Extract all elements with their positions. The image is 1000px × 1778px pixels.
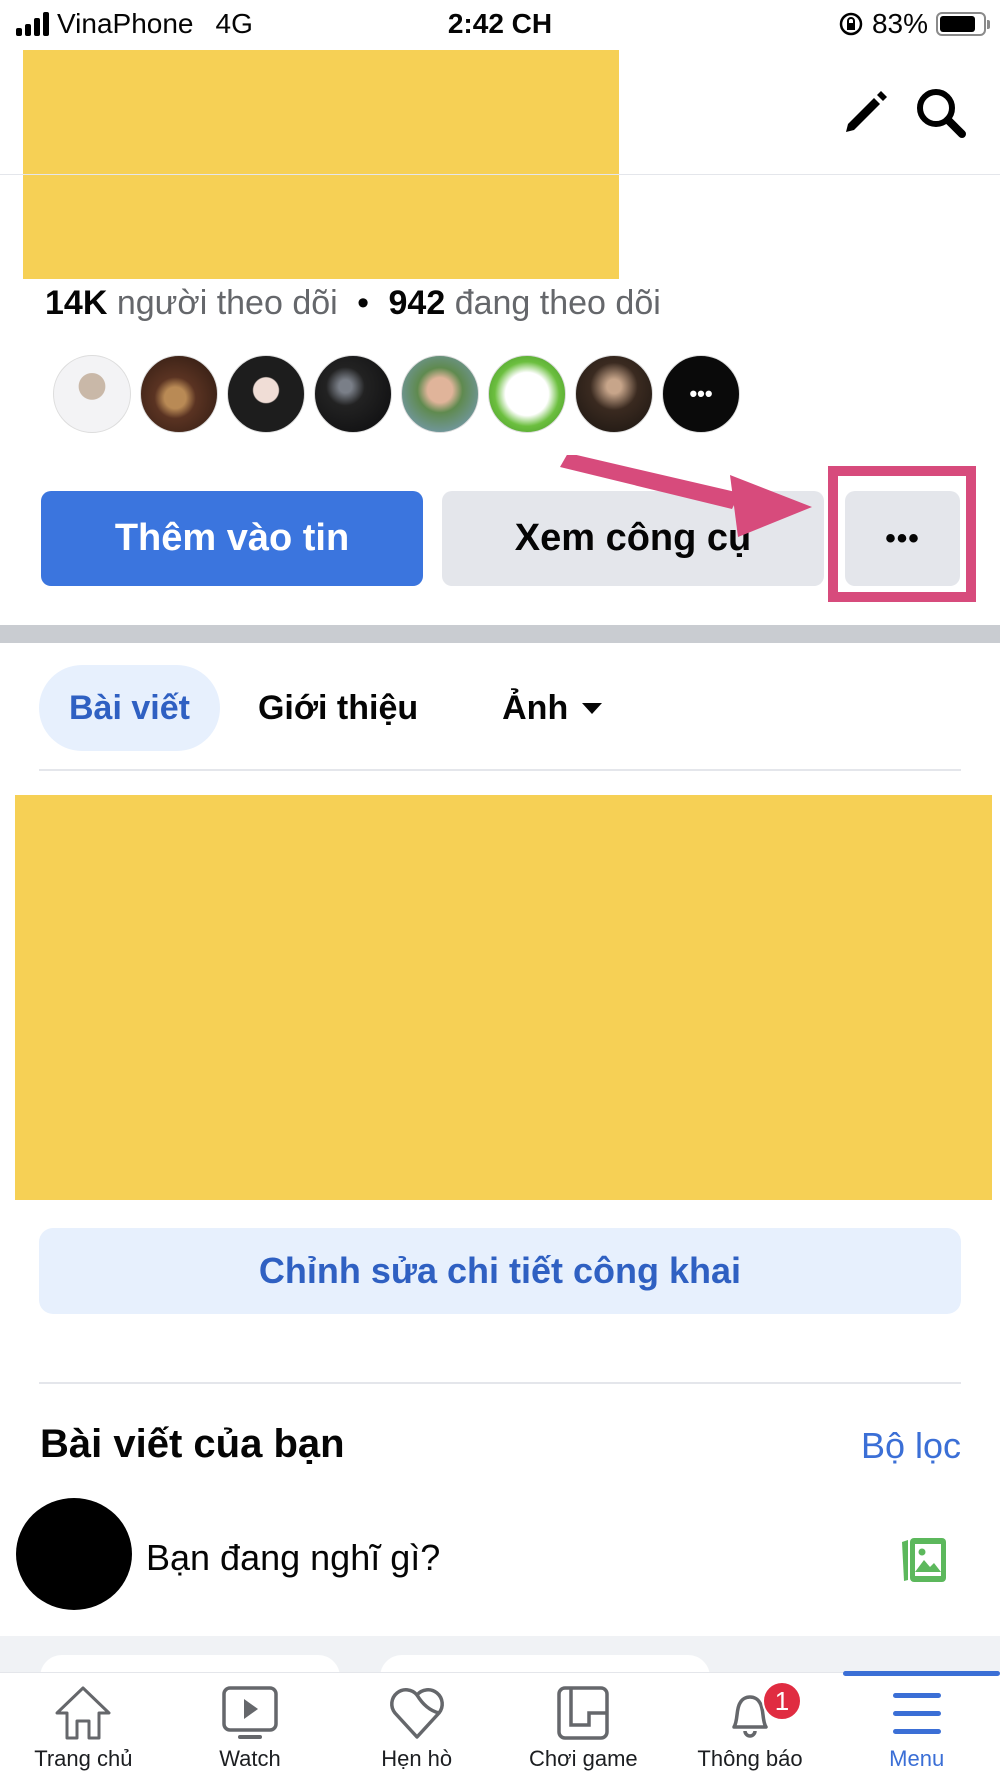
menu-icon	[892, 1693, 941, 1734]
network-type: 4G	[215, 8, 253, 39]
bottom-nav: Trang chủ Watch Hẹn hò Chơi game 1 Thông…	[0, 1671, 1000, 1778]
tab-label: Giới thiệu	[257, 688, 419, 727]
edit-public-details-button[interactable]: Chỉnh sửa chi tiết công khai	[39, 1228, 961, 1314]
nav-label: Chơi game	[529, 1746, 638, 1771]
user-avatar[interactable]	[16, 1498, 132, 1610]
caret-down-icon	[582, 702, 603, 714]
nav-label: Menu	[889, 1746, 945, 1771]
nav-home[interactable]: Trang chủ	[0, 1673, 167, 1778]
nav-label: Hẹn hò	[381, 1746, 453, 1771]
tab-label: Bài viết	[69, 688, 190, 727]
follower-avatar[interactable]	[53, 355, 131, 433]
add-to-story-button[interactable]: Thêm vào tin	[41, 491, 423, 586]
signal-icon	[16, 12, 49, 36]
follower-avatar[interactable]	[401, 355, 479, 433]
tabs-divider	[39, 769, 961, 771]
section-divider	[39, 1382, 961, 1384]
tab-photos[interactable]: Ảnh	[472, 665, 632, 751]
search-icon	[917, 89, 966, 138]
more-dots-icon: •••	[885, 521, 920, 555]
filter-link[interactable]: Bộ lọc	[861, 1425, 961, 1467]
status-right: 83%	[838, 8, 990, 40]
nav-dating[interactable]: Hẹn hò	[333, 1673, 500, 1778]
follower-avatar[interactable]	[140, 355, 218, 433]
tab-about[interactable]: Giới thiệu	[228, 665, 448, 751]
more-dots-icon: •••	[689, 381, 713, 406]
nav-gaming[interactable]: Chơi game	[500, 1673, 667, 1778]
section-separator	[0, 625, 1000, 643]
redacted-profile-name	[23, 50, 619, 279]
dating-heart-icon	[389, 1688, 444, 1739]
composer-input[interactable]: Bạn đang nghĩ gì?	[146, 1537, 440, 1579]
more-options-button[interactable]: •••	[845, 491, 960, 586]
stats-separator: •	[357, 284, 370, 322]
gaming-icon	[557, 1686, 610, 1740]
nav-label: Watch	[219, 1746, 281, 1771]
status-bar: VinaPhone 4G 2:42 CH 83%	[0, 0, 1000, 50]
search-button[interactable]	[912, 84, 970, 142]
follower-avatars: •••	[53, 355, 740, 433]
tab-label: Ảnh	[502, 688, 569, 727]
notification-badge: 1	[762, 1681, 803, 1721]
follow-stats: 14K người theo dõi • 942 đang theo dõi	[45, 284, 661, 323]
home-icon	[55, 1686, 111, 1740]
following-label[interactable]: đang theo dõi	[455, 284, 661, 322]
photo-icon	[902, 1538, 946, 1582]
followers-label[interactable]: người theo dõi	[117, 284, 338, 322]
nav-notifications[interactable]: 1 Thông báo	[667, 1673, 834, 1778]
annotation-arrow	[560, 455, 812, 537]
follower-avatar[interactable]	[314, 355, 392, 433]
battery-icon	[936, 12, 990, 36]
tab-posts[interactable]: Bài viết	[39, 665, 220, 751]
header-divider	[0, 174, 1000, 175]
follower-avatar[interactable]	[227, 355, 305, 433]
nav-watch[interactable]: Watch	[167, 1673, 334, 1778]
watch-icon	[222, 1686, 278, 1739]
followers-count[interactable]: 14K	[45, 284, 107, 322]
edit-profile-button[interactable]	[838, 86, 892, 140]
follower-avatar[interactable]	[488, 355, 566, 433]
battery-percent: 83%	[871, 8, 928, 39]
nav-label: Trang chủ	[34, 1746, 133, 1771]
pencil-icon	[846, 91, 887, 132]
carrier-name: VinaPhone	[57, 8, 194, 39]
add-photo-button[interactable]	[898, 1534, 950, 1591]
status-left: VinaPhone 4G	[16, 8, 253, 40]
follower-avatar[interactable]	[575, 355, 653, 433]
following-count[interactable]: 942	[389, 284, 446, 322]
posts-section-title: Bài viết của bạn	[40, 1422, 345, 1466]
nav-menu[interactable]: Menu	[833, 1671, 1000, 1778]
nav-label: Thông báo	[697, 1746, 803, 1771]
profile-tabs: Bài viết Giới thiệu Ảnh	[39, 665, 632, 751]
rotation-lock-icon	[839, 12, 863, 36]
more-followers-button[interactable]: •••	[662, 355, 740, 433]
redacted-intro-content	[15, 795, 992, 1200]
